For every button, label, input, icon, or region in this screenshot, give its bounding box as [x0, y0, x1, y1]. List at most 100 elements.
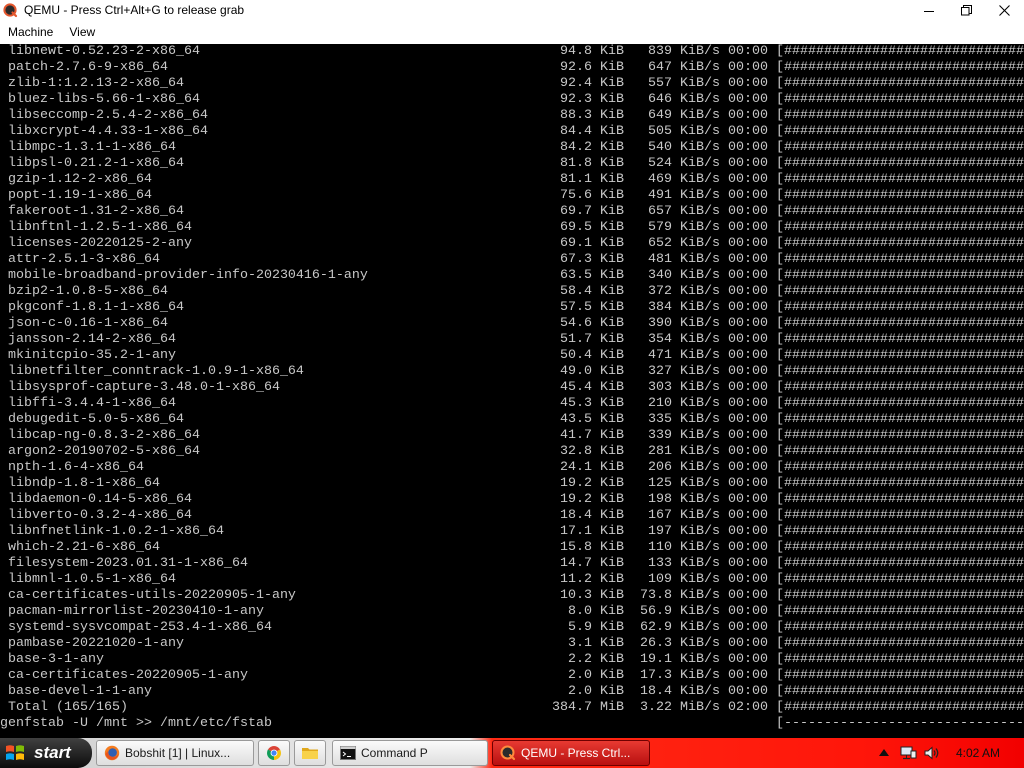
- taskbar-button-explorer[interactable]: [294, 740, 326, 766]
- package-name: libndp-1.8-1-x86_64: [8, 476, 160, 491]
- package-name: licenses-20220125-2-any: [8, 236, 192, 251]
- download-list: libnewt-0.52.23-2-x86_64 94.8 KiB 839 KiB/…: [0, 44, 1024, 700]
- download-speed: 110 KiB/s: [648, 540, 720, 555]
- download-time: 00:00: [728, 460, 768, 475]
- package-size: 24.1 KiB: [560, 460, 624, 475]
- download-speed: 340 KiB/s: [648, 268, 720, 283]
- download-speed: 354 KiB/s: [648, 332, 720, 347]
- download-speed: 197 KiB/s: [648, 524, 720, 539]
- title-bar[interactable]: QEMU - Press Ctrl+Alt+G to release grab: [0, 0, 1024, 21]
- package-size: 75.6 KiB: [560, 188, 624, 203]
- menu-machine[interactable]: Machine: [0, 21, 61, 44]
- download-speed: 647 KiB/s: [648, 60, 720, 75]
- package-size: 10.3 KiB: [560, 588, 624, 603]
- download-time: 00:00: [728, 156, 768, 171]
- restore-button[interactable]: [948, 0, 984, 21]
- download-time: 00:00: [728, 332, 768, 347]
- restore-icon: [960, 5, 972, 16]
- command-prompt-icon: [340, 746, 356, 760]
- qemu-icon: [3, 3, 18, 18]
- package-size: 81.8 KiB: [560, 156, 624, 171]
- clock[interactable]: 4:02 AM: [950, 738, 1006, 768]
- download-row: mkinitcpio-35.2-1-any 50.4 KiB 471 KiB/s 00…: [0, 348, 1024, 364]
- download-row: base-3-1-any 2.2 KiB 19.1 KiB/s 00:00 [#####…: [0, 652, 1024, 668]
- network-icon[interactable]: [900, 745, 917, 761]
- download-speed: 73.8 KiB/s: [640, 588, 720, 603]
- package-name: libnetfilter_conntrack-1.0.9-1-x86_64: [8, 364, 304, 379]
- package-name: libnftnl-1.2.5-1-x86_64: [8, 220, 192, 235]
- taskbar-button-qemu[interactable]: QEMU - Press Ctrl...: [492, 740, 650, 766]
- download-row: pambase-20221020-1-any 3.1 KiB 26.3 KiB/s 0…: [0, 636, 1024, 652]
- taskbar-button-chrome[interactable]: [258, 740, 290, 766]
- download-row: libseccomp-2.5.4-2-x86_64 88.3 KiB 649 KiB…: [0, 108, 1024, 124]
- download-speed: 390 KiB/s: [648, 316, 720, 331]
- package-size: 54.6 KiB: [560, 316, 624, 331]
- package-size: 15.8 KiB: [560, 540, 624, 555]
- command-row: genfstab -U /mnt >> /mnt/etc/fstab [----…: [0, 716, 1024, 732]
- download-row: npth-1.6-4-x86_64 24.1 KiB 206 KiB/s 00:00 […: [0, 460, 1024, 476]
- download-speed: 62.9 KiB/s: [640, 620, 720, 635]
- package-size: 69.1 KiB: [560, 236, 624, 251]
- download-row: libnewt-0.52.23-2-x86_64 94.8 KiB 839 KiB/…: [0, 44, 1024, 60]
- package-name: libnfnetlink-1.0.2-1-x86_64: [8, 524, 224, 539]
- volume-icon[interactable]: [924, 745, 940, 761]
- start-label: start: [34, 743, 71, 762]
- package-size: 45.4 KiB: [560, 380, 624, 395]
- menu-view[interactable]: View: [61, 21, 103, 44]
- download-speed: 198 KiB/s: [648, 492, 720, 507]
- package-size: 2.0 KiB: [568, 684, 624, 699]
- download-speed: 646 KiB/s: [648, 92, 720, 107]
- close-button[interactable]: [986, 0, 1022, 21]
- taskbar-button-command-prompt[interactable]: Command P: [332, 740, 488, 766]
- download-time: 00:00: [728, 524, 768, 539]
- download-row: mobile-broadband-provider-info-20230416-…: [0, 268, 1024, 284]
- download-time: 00:00: [728, 620, 768, 635]
- download-row: libmpc-1.3.1-1-x86_64 84.2 KiB 540 KiB/s 00…: [0, 140, 1024, 156]
- download-time: 00:00: [728, 444, 768, 459]
- progress-bar: [##############################: [776, 156, 1024, 171]
- download-time: 00:00: [728, 44, 768, 59]
- start-button[interactable]: start: [0, 738, 92, 768]
- download-time: 00:00: [728, 236, 768, 251]
- qemu-icon: [500, 745, 516, 761]
- download-time: 00:00: [728, 652, 768, 667]
- package-name: base-devel-1-1-any: [8, 684, 152, 699]
- package-size: 69.5 KiB: [560, 220, 624, 235]
- download-row: bzip2-1.0.8-5-x86_64 58.4 KiB 372 KiB/s 00:…: [0, 284, 1024, 300]
- package-name: libxcrypt-4.4.33-1-x86_64: [8, 124, 208, 139]
- download-time: 00:00: [728, 172, 768, 187]
- minimize-button[interactable]: [911, 0, 947, 21]
- download-speed: 579 KiB/s: [648, 220, 720, 235]
- package-name: ca-certificates-utils-20220905-1-any: [8, 588, 296, 603]
- progress-bar: [##############################: [776, 636, 1024, 651]
- package-size: 17.1 KiB: [560, 524, 624, 539]
- package-name: pacman-mirrorlist-20230410-1-any: [8, 604, 264, 619]
- package-name: gzip-1.12-2-x86_64: [8, 172, 152, 187]
- package-size: 18.4 KiB: [560, 508, 624, 523]
- show-hidden-icons-icon[interactable]: [879, 749, 889, 756]
- progress-bar: [##############################: [776, 668, 1024, 683]
- download-time: 00:00: [728, 316, 768, 331]
- progress-bar: [##############################: [776, 412, 1024, 427]
- progress-bar: [##############################: [776, 572, 1024, 587]
- progress-bar: [##############################: [776, 684, 1024, 699]
- vm-display[interactable]: libnewt-0.52.23-2-x86_64 94.8 KiB 839 KiB/…: [0, 44, 1024, 768]
- package-size: 11.2 KiB: [560, 572, 624, 587]
- package-size: 84.4 KiB: [560, 124, 624, 139]
- download-row: zlib-1:1.2.13-2-x86_64 92.4 KiB 557 KiB/s 0…: [0, 76, 1024, 92]
- window-title: QEMU - Press Ctrl+Alt+G to release grab: [24, 3, 245, 17]
- command-text: genfstab -U /mnt >> /mnt/etc/fstab: [0, 716, 272, 731]
- download-time: 00:00: [728, 412, 768, 427]
- taskbar-button-firefox[interactable]: Bobshit [1] | Linux...: [96, 740, 254, 766]
- download-speed: 491 KiB/s: [648, 188, 720, 203]
- firefox-icon: [104, 745, 120, 761]
- download-time: 00:00: [728, 604, 768, 619]
- package-name: json-c-0.16-1-x86_64: [8, 316, 168, 331]
- download-speed: 18.4 KiB/s: [640, 684, 720, 699]
- progress-bar: [##############################: [776, 524, 1024, 539]
- package-name: debugedit-5.0-5-x86_64: [8, 412, 184, 427]
- package-size: 19.2 KiB: [560, 476, 624, 491]
- progress-bar: [##############################: [776, 380, 1024, 395]
- progress-bar: [##############################: [776, 652, 1024, 667]
- progress-bar: [##############################: [776, 396, 1024, 411]
